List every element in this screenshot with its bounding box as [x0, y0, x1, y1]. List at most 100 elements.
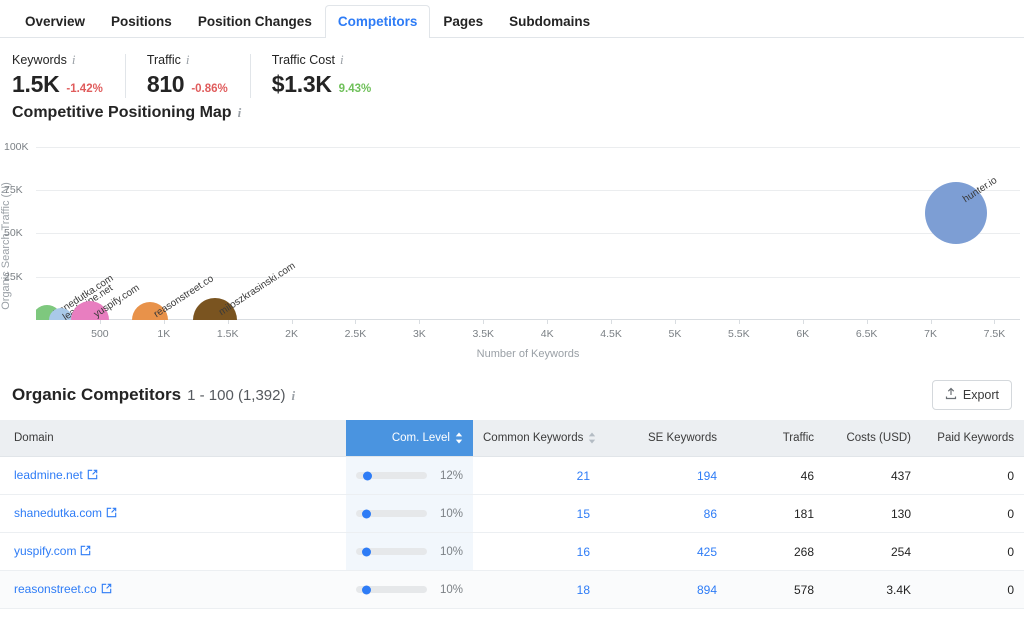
table-row[interactable]: yuspify.com 10% 16 425 268 254 0	[0, 532, 1024, 571]
chart-y-tick: 25K	[4, 270, 23, 283]
chart-x-tick-label: 500	[91, 328, 109, 340]
kpi-traffic: Traffic i 810 -0.86%	[124, 52, 250, 98]
external-link-icon[interactable]	[87, 469, 98, 483]
cell-paid-keywords: 0	[921, 494, 1024, 533]
kpi-label: Traffic Cost i	[272, 52, 371, 68]
table-row[interactable]: reasonstreet.co 10% 18 894 578 3.4K 0	[0, 570, 1024, 609]
kpi-label: Keywords i	[12, 52, 103, 68]
kpi-value-row: 810 -0.86%	[147, 71, 228, 98]
domain-link[interactable]: reasonstreet.co	[14, 582, 97, 596]
table-row[interactable]: leadmine.net 12% 21 194 46 437 0	[0, 456, 1024, 495]
chart-x-axis-label: Number of Keywords	[476, 348, 580, 360]
chart-x-tick-mark	[163, 320, 165, 324]
kpi-label-text: Traffic Cost	[271, 53, 335, 67]
chart-x-tick-label: 5.5K	[728, 328, 750, 340]
table-row[interactable]: shanedutka.com 10% 15 86 181 130 0	[0, 494, 1024, 533]
external-link-icon[interactable]	[101, 583, 112, 597]
column-header-traffic: Traffic	[727, 420, 824, 457]
organic-competitors-header: Organic Competitors 1 - 100 (1,392) i Ex…	[0, 366, 1024, 420]
export-button[interactable]: Export	[931, 380, 1012, 410]
domain-link[interactable]: yuspify.com	[14, 544, 76, 558]
chart-bubble[interactable]	[132, 302, 169, 320]
com-level-bar	[356, 471, 427, 480]
kpi-delta: -0.86%	[191, 83, 228, 95]
chart-x-tick-mark	[994, 320, 996, 324]
chart-x-tick-label: 7.5K	[983, 328, 1006, 340]
cell-common-keywords: 18	[473, 570, 600, 609]
com-level-value: 12%	[439, 469, 463, 482]
column-header-label: Common Keywords	[483, 432, 584, 444]
sort-arrows-icon[interactable]	[455, 432, 463, 444]
info-icon[interactable]: i	[186, 52, 190, 68]
chart-x-tick-label: 1K	[157, 328, 171, 340]
info-icon[interactable]: i	[292, 388, 296, 404]
tab-positions[interactable]: Positions	[98, 5, 185, 39]
cell-domain: yuspify.com	[0, 532, 346, 571]
info-icon[interactable]: i	[72, 52, 76, 68]
chart-x-tick-label: 2K	[285, 328, 298, 340]
chart-x-tick-label: 5K	[668, 328, 682, 340]
tab-overview[interactable]: Overview	[12, 5, 98, 39]
se-keywords-link[interactable]: 194	[697, 469, 717, 483]
chart-x-tick-label: 4.5K	[600, 328, 622, 340]
cell-domain: leadmine.net	[0, 456, 346, 495]
kpi-label-text: Traffic	[146, 53, 181, 67]
chart-plot-area: 25K 50K 75K 100K 500 1K 1.5K 2K 2.5K 3K 3.5K 4K 4.5K…	[4, 138, 1020, 340]
chart-bubble[interactable]	[71, 301, 110, 320]
kpi-label-text: Keywords	[12, 53, 67, 67]
chart-bubble-layer: shanedutka.comleadmine.netyuspify.comrea…	[36, 138, 1020, 320]
common-keywords-link[interactable]: 16	[577, 545, 590, 559]
chart-x-tick-label: 2.5K	[344, 328, 367, 340]
chart-bubble[interactable]	[192, 298, 237, 320]
column-header-label: SE Keywords	[647, 432, 717, 444]
common-keywords-link[interactable]: 21	[577, 469, 590, 483]
column-header-label: Traffic	[782, 432, 814, 444]
com-level-value: 10%	[439, 507, 463, 520]
kpi-label: Traffic i	[147, 52, 228, 68]
column-header-common-keywords[interactable]: Common Keywords	[473, 420, 600, 457]
organic-competitors-table: Domain Com. Level Common Keywords SE Keywor…	[0, 420, 1024, 609]
tab-subdomains[interactable]: Subdomains	[496, 5, 603, 39]
cell-com-level: 10%	[346, 532, 473, 571]
chart-x-tick-label: 4K	[540, 328, 554, 340]
page-title: Organic Competitors	[12, 385, 182, 404]
se-keywords-link[interactable]: 425	[697, 545, 717, 559]
cell-costs: 3.4K	[824, 570, 921, 609]
external-link-icon[interactable]	[80, 545, 91, 559]
table-header-row: Domain Com. Level Common Keywords SE Keywor…	[0, 420, 1024, 457]
kpi-summary-strip: Keywords i 1.5K -1.42% Traffic i 810 -0.86% Traf…	[0, 38, 1024, 100]
cell-traffic: 46	[727, 456, 824, 495]
cell-se-keywords: 425	[600, 532, 727, 571]
cell-com-level: 10%	[346, 494, 473, 533]
chart-title-text: Competitive Positioning Map	[12, 104, 232, 121]
common-keywords-link[interactable]: 15	[577, 507, 590, 521]
sort-arrows-icon[interactable]	[588, 432, 596, 444]
column-header-label: Com. Level	[391, 432, 450, 444]
kpi-value-row: $1.3K 9.43%	[272, 71, 371, 98]
info-icon[interactable]: i	[238, 105, 242, 121]
domain-link[interactable]: shanedutka.com	[14, 506, 102, 520]
kpi-value-row: 1.5K -1.42%	[12, 71, 103, 98]
chart-y-tick: 75K	[4, 184, 23, 196]
chart-y-axis-label: Organic Search Traffic (N)	[0, 182, 12, 310]
chart-x-tick-mark	[355, 320, 357, 324]
cell-traffic: 578	[727, 570, 824, 609]
external-link-icon[interactable]	[106, 507, 117, 521]
domain-link[interactable]: leadmine.net	[14, 468, 83, 482]
organic-competitors-title: Organic Competitors 1 - 100 (1,392) i	[12, 385, 295, 405]
tab-position-changes[interactable]: Position Changes	[185, 5, 325, 39]
chart-x-tick-label: 7K	[924, 328, 937, 340]
chart-bubble[interactable]	[48, 308, 73, 320]
tab-pages[interactable]: Pages	[430, 5, 496, 39]
se-keywords-link[interactable]: 894	[697, 583, 717, 597]
column-header-com-level[interactable]: Com. Level	[346, 420, 473, 457]
chart-x-tick-mark	[291, 320, 293, 324]
cell-paid-keywords: 0	[921, 570, 1024, 609]
info-icon[interactable]: i	[340, 52, 344, 68]
se-keywords-link[interactable]: 86	[704, 507, 717, 521]
chart-bubble[interactable]	[925, 181, 988, 244]
com-level-bar	[356, 547, 427, 556]
main-tab-bar: Overview Positions Position Changes Competi…	[0, 0, 1024, 38]
common-keywords-link[interactable]: 18	[577, 583, 590, 597]
tab-competitors[interactable]: Competitors	[324, 4, 431, 38]
